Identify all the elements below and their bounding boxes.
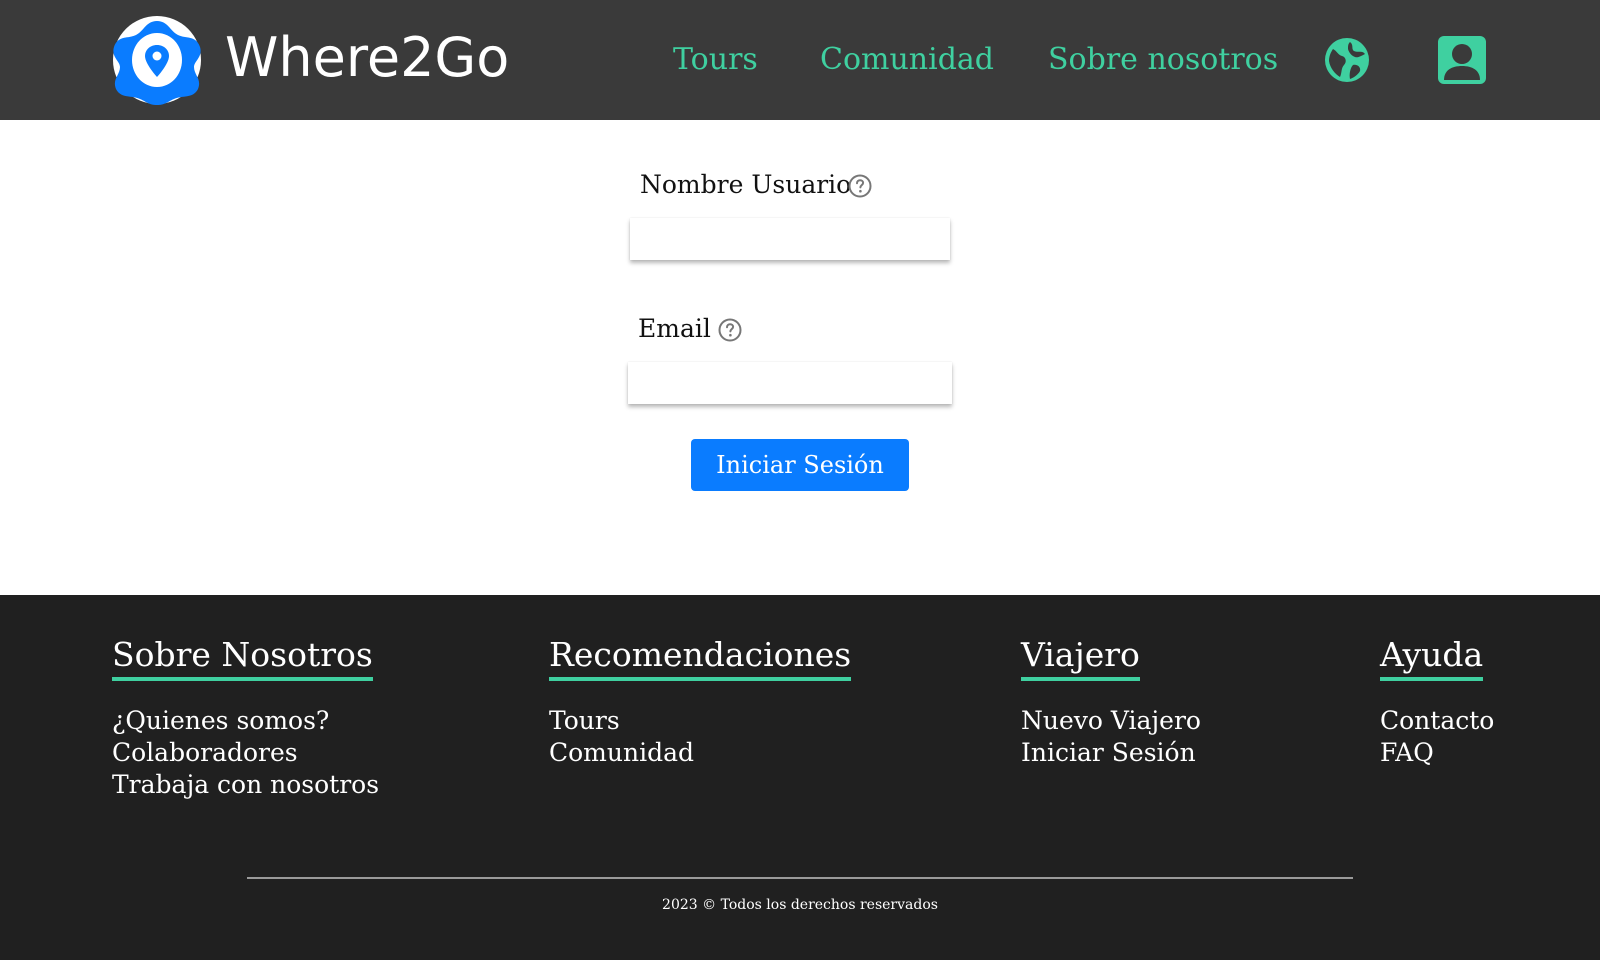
footer-title-help: Ayuda: [1380, 633, 1484, 681]
email-input[interactable]: [628, 362, 952, 404]
nav-community-link[interactable]: Comunidad: [820, 40, 994, 80]
username-input[interactable]: [630, 218, 950, 260]
logo-icon[interactable]: [110, 15, 204, 105]
footer-links-traveler: Nuevo Viajero Iniciar Sesión: [1021, 705, 1201, 769]
email-label: Email: [638, 314, 711, 343]
footer-link[interactable]: FAQ: [1380, 737, 1494, 769]
footer-link[interactable]: Iniciar Sesión: [1021, 737, 1201, 769]
footer-links-help: Contacto FAQ: [1380, 705, 1494, 769]
footer-links-about: ¿Quienes somos? Colaboradores Trabaja co…: [112, 705, 379, 801]
footer-link[interactable]: Contacto: [1380, 705, 1494, 737]
footer-divider: [247, 877, 1353, 879]
footer-link[interactable]: ¿Quienes somos?: [112, 705, 379, 737]
footer-title-traveler: Viajero: [1021, 633, 1140, 681]
nav-tours-link[interactable]: Tours: [673, 40, 758, 80]
footer-link[interactable]: Tours: [549, 705, 694, 737]
footer-title-about: Sobre Nosotros: [112, 633, 373, 681]
footer-link[interactable]: Trabaja con nosotros: [112, 769, 379, 801]
footer-link[interactable]: Colaboradores: [112, 737, 379, 769]
footer-title-recommendations: Recomendaciones: [549, 633, 852, 681]
brand-name[interactable]: Where2Go: [225, 26, 509, 90]
login-button[interactable]: Iniciar Sesión: [691, 439, 909, 491]
footer-link[interactable]: Nuevo Viajero: [1021, 705, 1201, 737]
globe-icon[interactable]: [1324, 37, 1370, 83]
help-icon[interactable]: [718, 318, 742, 342]
user-account-icon[interactable]: [1438, 36, 1486, 84]
help-icon[interactable]: [848, 174, 872, 198]
site-footer: Sobre Nosotros ¿Quienes somos? Colaborad…: [0, 595, 1600, 960]
username-label: Nombre Usuario: [640, 170, 852, 199]
copyright-text: 2023 © Todos los derechos reservados: [662, 897, 938, 913]
footer-link[interactable]: Comunidad: [549, 737, 694, 769]
footer-links-recommendations: Tours Comunidad: [549, 705, 694, 769]
nav-about-link[interactable]: Sobre nosotros: [1048, 40, 1278, 80]
site-header: Where2Go Tours Comunidad Sobre nosotros: [0, 0, 1600, 120]
